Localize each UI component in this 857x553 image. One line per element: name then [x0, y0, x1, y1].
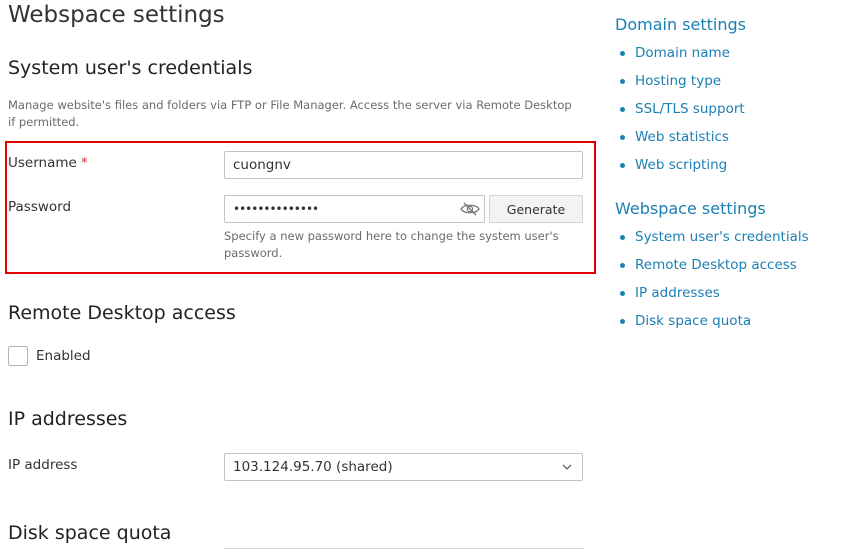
nav-link[interactable]: System user's credentials [635, 229, 809, 245]
nav-link[interactable]: Web scripting [635, 157, 727, 173]
webspace-settings-heading: Webspace settings [615, 199, 766, 218]
nav-item-web-statistics[interactable]: Web statistics [620, 123, 745, 151]
bullet-icon [620, 78, 625, 84]
nav-link[interactable]: IP addresses [635, 285, 720, 301]
domain-settings-heading: Domain settings [615, 15, 746, 34]
password-value: •••••••••••••• [233, 202, 319, 216]
nav-item-ip-addresses[interactable]: IP addresses [620, 279, 809, 307]
remote-desktop-enabled-checkbox[interactable] [8, 346, 28, 366]
nav-item-hosting-type[interactable]: Hosting type [620, 67, 745, 95]
nav-item-credentials[interactable]: System user's credentials [620, 223, 809, 251]
nav-item-disk-quota[interactable]: Disk space quota [620, 307, 809, 335]
credentials-description: Manage website's files and folders via F… [8, 98, 572, 129]
password-input[interactable]: •••••••••••••• [224, 195, 485, 223]
nav-item-web-scripting[interactable]: Web scripting [620, 151, 745, 179]
nav-item-domain-name[interactable]: Domain name [620, 39, 745, 67]
nav-link[interactable]: Remote Desktop access [635, 257, 797, 273]
username-value: cuongnv [233, 157, 291, 173]
ip-address-select[interactable]: 103.124.95.70 (shared) [224, 453, 583, 481]
ip-address-selected: 103.124.95.70 (shared) [233, 459, 393, 475]
nav-link[interactable]: SSL/TLS support [635, 101, 745, 117]
bullet-icon [620, 134, 625, 140]
username-label-text: Username [8, 155, 77, 171]
bullet-icon [620, 318, 625, 324]
bullet-icon [620, 262, 625, 268]
password-label: Password [8, 199, 72, 215]
webspace-settings-nav: System user's credentials Remote Desktop… [620, 223, 809, 335]
nav-link[interactable]: Disk space quota [635, 313, 751, 329]
bullet-icon [620, 162, 625, 168]
ip-section-title: IP addresses [8, 408, 128, 430]
quota-divider [224, 548, 584, 549]
required-mark: * [80, 155, 88, 171]
domain-settings-nav: Domain name Hosting type SSL/TLS support… [620, 39, 745, 179]
eye-slash-icon[interactable] [460, 202, 480, 216]
nav-link[interactable]: Web statistics [635, 129, 729, 145]
password-hint: Specify a new password here to change th… [224, 229, 559, 260]
generate-button[interactable]: Generate [489, 195, 583, 223]
ip-address-label: IP address [8, 457, 78, 473]
remote-desktop-enabled-label[interactable]: Enabled [36, 348, 91, 364]
bullet-icon [620, 290, 625, 296]
nav-item-ssl-tls[interactable]: SSL/TLS support [620, 95, 745, 123]
chevron-down-icon [562, 464, 572, 470]
nav-link[interactable]: Hosting type [635, 73, 721, 89]
bullet-icon [620, 106, 625, 112]
username-input[interactable]: cuongnv [224, 151, 583, 179]
bullet-icon [620, 50, 625, 56]
nav-link[interactable]: Domain name [635, 45, 730, 61]
credentials-section-title: System user's credentials [8, 57, 253, 79]
bullet-icon [620, 234, 625, 240]
nav-item-remote-desktop[interactable]: Remote Desktop access [620, 251, 809, 279]
page-title: Webspace settings [8, 2, 225, 28]
remote-desktop-section-title: Remote Desktop access [8, 302, 236, 324]
quota-section-title: Disk space quota [8, 522, 172, 544]
username-label: Username * [8, 155, 88, 171]
